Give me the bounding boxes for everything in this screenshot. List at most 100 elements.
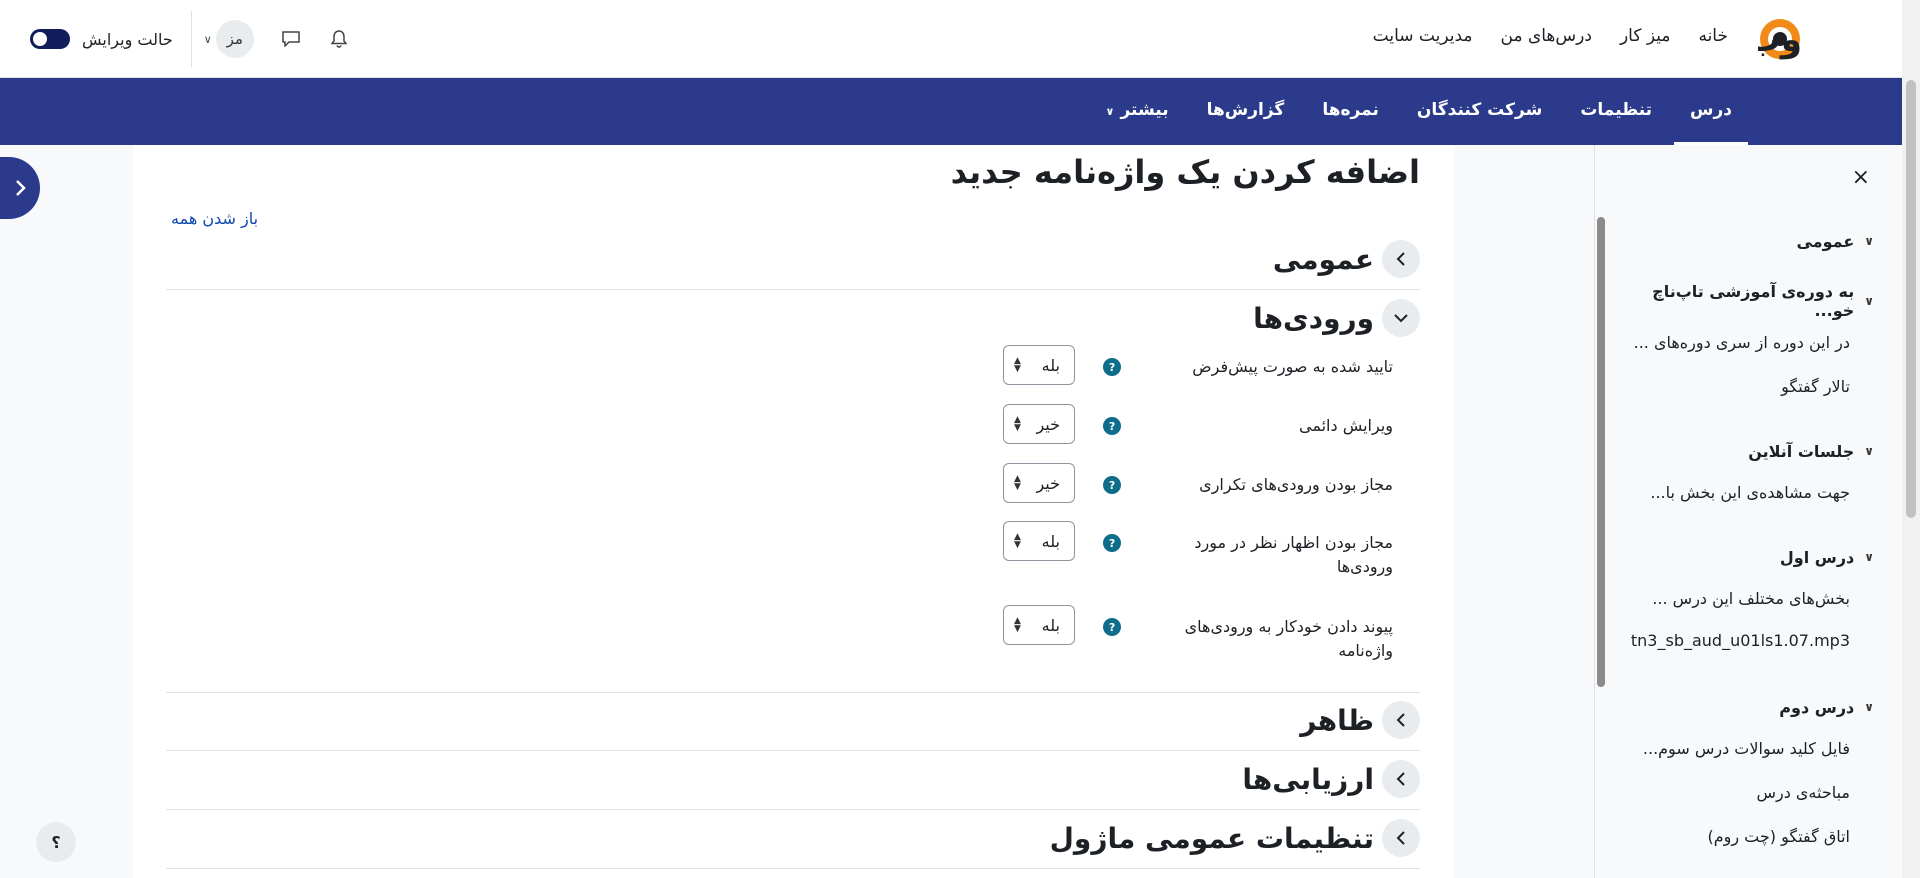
nav-home[interactable]: خانه (1698, 26, 1728, 46)
index-section-online-sessions[interactable]: ∨ جلسات آنلاین (1634, 439, 1874, 463)
drawer-scrollbar[interactable] (1597, 217, 1605, 687)
section-general: عمومی (166, 237, 1420, 290)
index-section-general[interactable]: ∨ عمومی (1634, 229, 1874, 253)
page-title: اضافه کردن یک واژه‌نامه جدید (950, 153, 1420, 191)
updown-arrows-icon: ▲ ▼ (1014, 474, 1021, 492)
field-label: ویرایش دائمی (1299, 416, 1393, 435)
section-header-general[interactable]: عمومی (166, 237, 1420, 281)
help-icon[interactable]: ? (1103, 476, 1121, 494)
help-icon[interactable]: ? (1103, 417, 1121, 435)
section-ratings: ارزیابی‌ها (166, 757, 1420, 810)
index-item[interactable]: tn3_sb_aud_u01ls1.07.mp3 (1631, 631, 1874, 655)
section-title: ورودی‌ها (1253, 301, 1374, 335)
index-section-lesson-2[interactable]: ∨ درس دوم (1634, 695, 1874, 719)
updown-arrows-icon: ▲ ▼ (1014, 532, 1021, 550)
messages-icon[interactable] (280, 28, 302, 50)
top-navbar: وب خانه میز کار درس‌های من مدیریت سایت ح… (0, 0, 1902, 78)
index-section-intro[interactable]: ∨ به دوره‌ی آموزشی تاپ‌ناچ خو... (1634, 282, 1874, 320)
allow-comments-select[interactable]: بله ▲ ▼ (1003, 521, 1075, 561)
section-title: عمومی (1272, 242, 1374, 276)
chevron-down-icon: ∨ (1864, 444, 1874, 458)
field-always-editable: ویرایش دائمی ? خیر ▲ ▼ (963, 404, 1393, 444)
section-header-ratings[interactable]: ارزیابی‌ها (166, 757, 1420, 801)
chevron-left-icon (1382, 760, 1420, 798)
chevron-left-icon (1382, 701, 1420, 739)
index-section-title: درس اول (1779, 547, 1855, 567)
notification-bell-icon[interactable] (328, 28, 350, 50)
edit-mode-label: حالت ویرایش (82, 29, 173, 49)
section-header-appearance[interactable]: ظاهر (166, 698, 1420, 742)
select-value: بله (1041, 615, 1060, 635)
index-item[interactable]: تالار گفتگو (1634, 377, 1874, 401)
avatar[interactable]: مز (215, 20, 254, 58)
page-scrollbar[interactable] (1902, 0, 1920, 878)
course-secondary-nav: درس تنظیمات شرکت کنندگان نمره‌ها گزارش‌ه… (0, 78, 1902, 145)
scrollbar-thumb[interactable] (1906, 80, 1916, 518)
index-item[interactable]: بخش‌های مختلف این درس ... (1634, 589, 1874, 613)
help-button[interactable]: ؟ (36, 822, 76, 862)
tab-more-label: بیشتر (1120, 100, 1169, 120)
updown-arrows-icon: ▲ ▼ (1014, 616, 1021, 634)
index-item[interactable]: جهت مشاهده‌ی این بخش با... (1634, 483, 1874, 507)
section-header-entries[interactable]: ورودی‌ها (166, 296, 1420, 340)
course-index: ∨ عمومی ∨ به دوره‌ی آموزشی تاپ‌ناچ خو... د… (1631, 229, 1874, 851)
auto-linking-select[interactable]: بله ▲ ▼ (1003, 605, 1075, 645)
close-icon[interactable]: × (1852, 165, 1870, 190)
edit-mode-toggle[interactable] (30, 29, 70, 49)
updown-arrows-icon: ▲ ▼ (1014, 356, 1021, 374)
main-content: اضافه کردن یک واژه‌نامه جدید باز شدن همه… (133, 145, 1454, 878)
section-title: ظاهر (1300, 703, 1374, 737)
field-approved-by-default: تایید شده به صورت پیش‌فرض ? بله ▲ ▼ (963, 345, 1393, 385)
nav-dashboard[interactable]: میز کار (1620, 26, 1671, 46)
field-label: مجاز بودن اظهار نظر در مورد ورودی‌ها (1194, 533, 1393, 576)
tab-participants[interactable]: شرکت کنندگان (1415, 78, 1544, 145)
select-value: خیر (1036, 473, 1060, 493)
tab-settings[interactable]: تنظیمات (1578, 78, 1654, 145)
tab-course[interactable]: درس (1674, 78, 1748, 145)
course-index-drawer: × ∨ عمومی ∨ به دوره‌ی آموزشی تاپ‌ناچ خو...… (1594, 145, 1902, 878)
user-menu[interactable]: ∨ مز (204, 20, 254, 58)
chevron-down-icon: ∨ (1864, 550, 1874, 564)
site-logo[interactable]: وب (1747, 11, 1856, 67)
index-item[interactable]: فایل کلید سوالات درس سوم... (1634, 739, 1874, 763)
field-allow-comments: مجاز بودن اظهار نظر در مورد ورودی‌ها ? ب… (963, 521, 1393, 579)
section-title: ارزیابی‌ها (1242, 762, 1374, 796)
chevron-down-icon: ∨ (1864, 234, 1874, 248)
field-auto-linking: پیوند دادن خودکار به ورودی‌های واژه‌نامه… (963, 605, 1393, 663)
select-value: بله (1041, 531, 1060, 551)
field-allow-duplicates: مجاز بودن ورودی‌های تکراری ? خیر ▲ ▼ (963, 463, 1393, 503)
index-item[interactable]: در این دوره از سری دوره‌های ... (1634, 333, 1874, 357)
section-common-module-settings: تنظیمات عمومی ماژول (166, 816, 1420, 869)
chevron-down-icon: ∨ (1105, 105, 1115, 118)
index-section-title: به دوره‌ی آموزشی تاپ‌ناچ خو... (1652, 282, 1855, 320)
chevron-left-icon (1382, 819, 1420, 857)
field-label: تایید شده به صورت پیش‌فرض (1192, 357, 1393, 376)
divider (190, 11, 192, 67)
index-item[interactable]: مباحثه‌ی درس (1634, 783, 1874, 807)
tab-reports[interactable]: گزارش‌ها (1205, 78, 1287, 145)
help-icon[interactable]: ? (1103, 534, 1121, 552)
section-title: تنظیمات عمومی ماژول (1049, 821, 1374, 855)
chevron-right-icon (16, 180, 26, 196)
index-section-title: جلسات آنلاین (1748, 441, 1855, 461)
allow-duplicates-select[interactable]: خیر ▲ ▼ (1003, 463, 1075, 503)
nav-site-admin[interactable]: مدیریت سایت (1373, 26, 1473, 46)
help-icon[interactable]: ? (1103, 618, 1121, 636)
index-item[interactable]: اتاق گفتگو (چت روم) (1634, 827, 1874, 851)
open-block-drawer-button[interactable] (0, 157, 40, 219)
field-label: مجاز بودن ورودی‌های تکراری (1199, 475, 1393, 494)
always-editable-select[interactable]: خیر ▲ ▼ (1003, 404, 1075, 444)
expand-all-link[interactable]: باز شدن همه (171, 209, 258, 228)
user-tools: حالت ویرایش ∨ مز (30, 11, 350, 67)
section-header-common-module-settings[interactable]: تنظیمات عمومی ماژول (166, 816, 1420, 860)
logo-text: وب (1758, 20, 1802, 60)
help-icon[interactable]: ? (1103, 358, 1121, 376)
chevron-down-icon: ∨ (1864, 700, 1874, 714)
select-value: خیر (1036, 414, 1060, 434)
approved-by-default-select[interactable]: بله ▲ ▼ (1003, 345, 1075, 385)
index-section-lesson-1[interactable]: ∨ درس اول (1634, 545, 1874, 569)
primary-nav: خانه میز کار درس‌های من مدیریت سایت (1373, 26, 1728, 46)
tab-grades[interactable]: نمره‌ها (1320, 78, 1381, 145)
nav-my-courses[interactable]: درس‌های من (1501, 26, 1592, 46)
tab-more[interactable]: بیشتر ∨ (1104, 78, 1171, 145)
